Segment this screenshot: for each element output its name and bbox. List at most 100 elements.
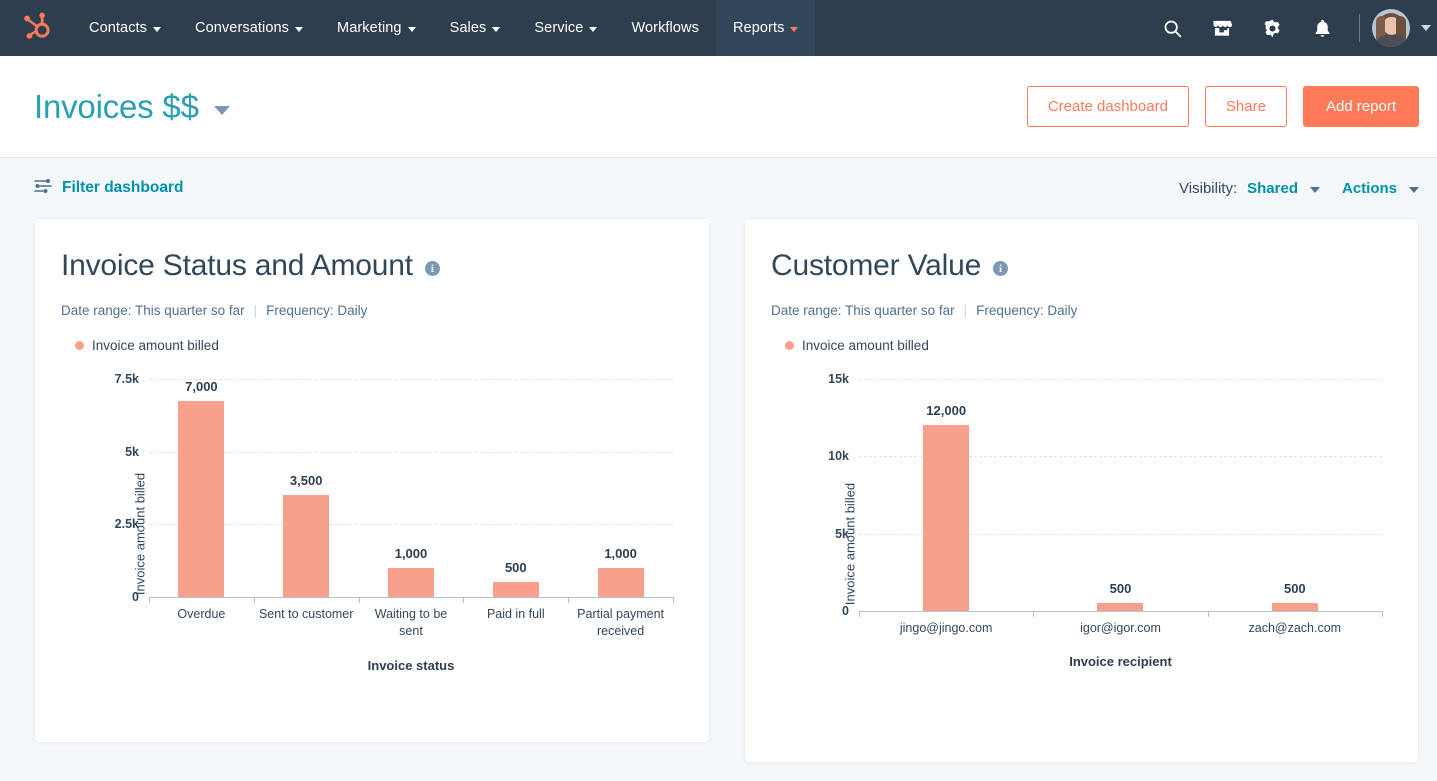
bar-column[interactable]: 500 [463, 379, 568, 597]
bar-value-label: 3,500 [290, 473, 323, 488]
bar-chart-customer-value: Invoice amount billed 05k10k15k12,000500… [771, 369, 1392, 719]
actions-menu-button[interactable]: Actions [1342, 180, 1397, 197]
meta-separator: | [254, 303, 258, 318]
account-menu-chevron-down-icon[interactable] [1421, 25, 1431, 31]
bar-column[interactable]: 1,000 [568, 379, 673, 597]
x-axis-tick-labels: OverdueSent to customerWaiting to be sen… [149, 606, 673, 639]
create-dashboard-button[interactable]: Create dashboard [1027, 86, 1189, 127]
x-axis-title: Invoice recipient [859, 654, 1382, 669]
hubspot-logo-link[interactable] [0, 0, 72, 56]
card-title[interactable]: Customer Value [771, 249, 981, 283]
bar-column[interactable]: 12,000 [859, 379, 1033, 611]
search-icon[interactable] [1147, 0, 1197, 56]
x-axis-tickmark [673, 597, 674, 603]
x-axis-tick-label: Partial payment received [568, 606, 673, 639]
nav-item-contacts[interactable]: Contacts [72, 0, 178, 56]
date-range-label: Date range: This quarter so far [61, 303, 245, 318]
bar[interactable] [1272, 603, 1318, 611]
y-axis-tick-label: 10k [828, 449, 849, 463]
header-action-buttons: Create dashboard Share Add report [1027, 86, 1419, 127]
y-axis-title: Invoice amount billed [133, 473, 148, 595]
top-navigation-bar: Contacts Conversations Marketing Sales S… [0, 0, 1437, 56]
x-axis-tick-label: jingo@jingo.com [859, 620, 1033, 637]
bell-icon[interactable] [1297, 0, 1347, 56]
x-axis-title: Invoice status [149, 658, 673, 673]
dashboard-report-grid: Invoice Status and Amount i Date range: … [0, 218, 1437, 763]
bar-column[interactable]: 7,000 [149, 379, 254, 597]
card-title[interactable]: Invoice Status and Amount [61, 249, 413, 283]
bar[interactable] [1097, 603, 1143, 611]
avatar[interactable] [1372, 9, 1410, 47]
card-title-row: Customer Value i [771, 249, 1392, 283]
bar-series: 7,000 3,500 1,000 500 1,000 [149, 379, 673, 597]
y-axis-tick-label: 7.5k [115, 372, 139, 386]
nav-item-sales[interactable]: Sales [433, 0, 518, 56]
visibility-value[interactable]: Shared [1247, 180, 1298, 197]
dashboard-picker-chevron-down-icon[interactable] [214, 106, 230, 115]
dashboard-meta-actions: Visibility: Shared Actions [1179, 180, 1419, 197]
y-axis-tick-label: 5k [835, 527, 849, 541]
bar[interactable] [283, 495, 329, 597]
nav-item-service[interactable]: Service [517, 0, 614, 56]
share-button[interactable]: Share [1205, 86, 1287, 127]
page-title[interactable]: Invoices $$ [34, 88, 199, 126]
x-axis-tickmark [1382, 611, 1383, 617]
x-axis-tick-label: Sent to customer [254, 606, 359, 639]
report-card-customer-value: Customer Value i Date range: This quarte… [744, 218, 1419, 763]
actions-chevron-down-icon[interactable] [1409, 187, 1419, 193]
y-axis-tick-label: 0 [132, 590, 139, 604]
filter-sliders-icon [34, 178, 52, 199]
nav-label-workflows: Workflows [631, 20, 699, 36]
nav-item-reports[interactable]: Reports [716, 0, 815, 56]
add-report-button[interactable]: Add report [1303, 86, 1419, 127]
legend-series-label[interactable]: Invoice amount billed [802, 338, 929, 353]
bar-column[interactable]: 500 [1033, 379, 1207, 611]
gear-icon[interactable] [1247, 0, 1297, 56]
nav-spacer [815, 0, 1147, 56]
marketplace-icon[interactable] [1197, 0, 1247, 56]
info-icon[interactable]: i [425, 261, 440, 276]
bar-value-label: 7,000 [185, 379, 218, 394]
chevron-down-icon [295, 27, 303, 32]
primary-nav-items: Contacts Conversations Marketing Sales S… [72, 0, 815, 56]
nav-item-marketing[interactable]: Marketing [320, 0, 433, 56]
bar[interactable] [388, 568, 434, 597]
plot-area: 02.5k5k7.5k7,0003,5001,0005001,000Overdu… [149, 379, 673, 699]
dashboard-title-group[interactable]: Invoices $$ [34, 88, 230, 126]
bar[interactable] [493, 582, 539, 597]
bar-value-label: 1,000 [604, 546, 637, 561]
bar-value-label: 12,000 [926, 403, 966, 418]
bar-column[interactable]: 1,000 [359, 379, 464, 597]
nav-item-conversations[interactable]: Conversations [178, 0, 320, 56]
filter-dashboard-button[interactable]: Filter dashboard [34, 178, 183, 199]
nav-label-service: Service [534, 20, 583, 36]
chevron-down-icon [408, 27, 416, 32]
card-title-row: Invoice Status and Amount i [61, 249, 683, 283]
bar-value-label: 500 [505, 560, 527, 575]
nav-label-conversations: Conversations [195, 20, 289, 36]
x-axis-tick-label: Waiting to be sent [359, 606, 464, 639]
filter-dashboard-label: Filter dashboard [62, 179, 183, 197]
chart-legend: Invoice amount billed [771, 338, 1392, 353]
nav-label-sales: Sales [450, 20, 487, 36]
x-axis-tick-label: igor@igor.com [1033, 620, 1207, 637]
avatar-body [1376, 35, 1406, 47]
x-axis-tick-labels: jingo@jingo.comigor@igor.comzach@zach.co… [859, 620, 1382, 637]
legend-series-label[interactable]: Invoice amount billed [92, 338, 219, 353]
card-metadata: Date range: This quarter so far | Freque… [771, 303, 1392, 318]
nav-item-workflows[interactable]: Workflows [614, 0, 716, 56]
bar[interactable] [923, 425, 969, 611]
chevron-down-icon [153, 27, 161, 32]
bar-series: 12,000 500500 [859, 379, 1382, 611]
bar[interactable] [598, 568, 644, 597]
info-icon[interactable]: i [993, 261, 1008, 276]
hubspot-sprocket-logo [21, 11, 51, 46]
nav-label-reports: Reports [733, 20, 784, 36]
bar-column[interactable]: 3,500 [254, 379, 359, 597]
dashboard-filter-bar: Filter dashboard Visibility: Shared Acti… [0, 158, 1437, 218]
x-axis-tickmark [859, 611, 860, 617]
x-axis-tickmark [1033, 611, 1034, 617]
visibility-chevron-down-icon[interactable] [1310, 187, 1320, 193]
bar-column[interactable]: 500 [1208, 379, 1382, 611]
bar[interactable] [178, 401, 224, 597]
